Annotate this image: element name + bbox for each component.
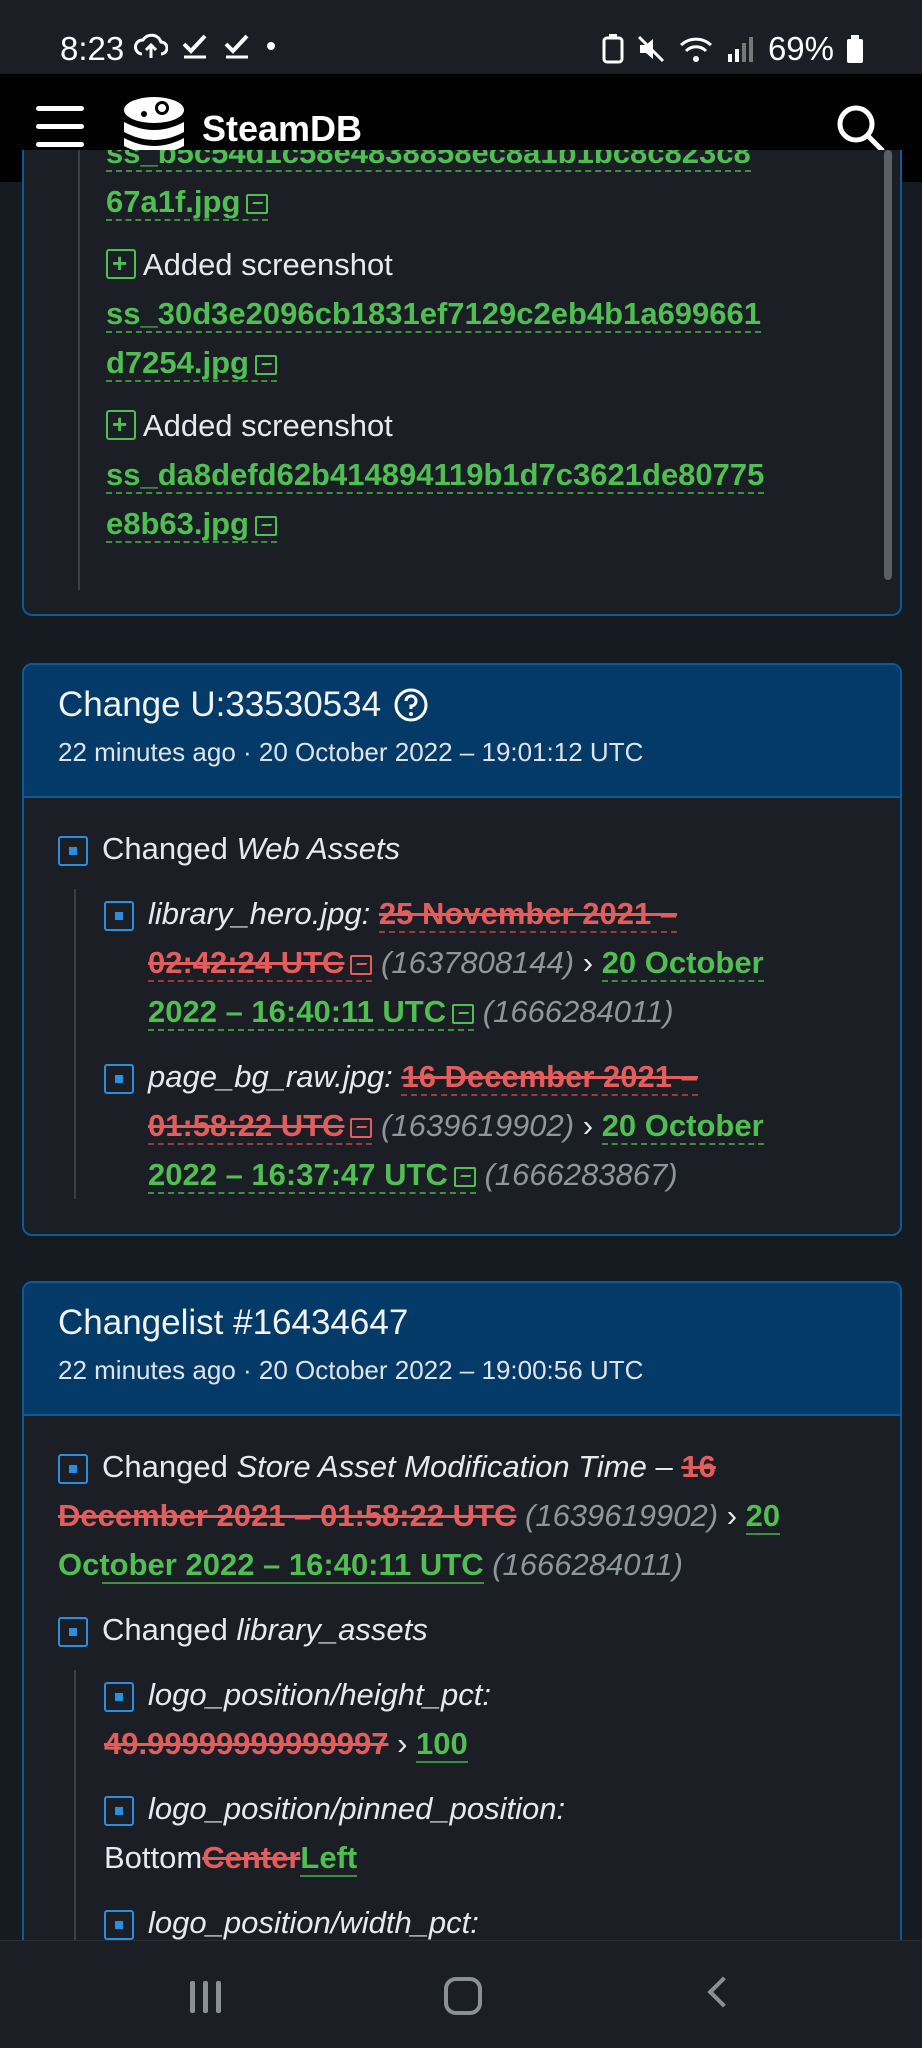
- notification-icons: [134, 32, 278, 60]
- new-value: 100: [416, 1726, 468, 1763]
- changed-icon: [104, 1796, 134, 1826]
- screenshot-link[interactable]: d7254.jpg: [106, 345, 277, 382]
- nested-changes: library_hero.jpg: 25 November 2021 –02:4…: [74, 889, 866, 1199]
- screenshot-link[interactable]: ss_30d3e2096cb1831ef7129c2eb4b1a699661: [106, 296, 762, 333]
- arrow: ›: [726, 1498, 738, 1533]
- new-timestamp: (1666283867): [484, 1157, 678, 1192]
- recents-icon[interactable]: [190, 1981, 221, 2013]
- change-card-web-assets: Change U:33530534 22 minutes ago · 20 Oc…: [22, 663, 902, 1236]
- battery-percent: 69%: [767, 30, 834, 67]
- change-time: 22 minutes ago · 20 October 2022 – 19:01…: [58, 737, 644, 767]
- old-value: Center: [202, 1840, 301, 1875]
- screenshot-link[interactable]: e8b63.jpg: [106, 506, 277, 543]
- battery-saver-icon: [602, 34, 624, 64]
- nested-changes: logo_position/height_pct: 49.99999999999…: [74, 1670, 866, 1941]
- system-icons: 69%: [602, 30, 864, 68]
- changed-icon: [104, 1910, 134, 1940]
- old-timestamp: (1637808144): [381, 945, 575, 980]
- changelist-card: Changelist #16434647 22 minutes ago · 20…: [22, 1281, 902, 1941]
- asset-change: library_hero.jpg: 25 November 2021 –02:4…: [104, 889, 866, 1036]
- change-entry: Changed Web Assets: [58, 824, 866, 873]
- battery-icon: [847, 35, 863, 63]
- check-icon: [224, 34, 249, 59]
- asset-change: logo_position/width_pct:: [104, 1898, 866, 1941]
- cloud-upload-icon: [134, 33, 168, 58]
- new-value: Left: [300, 1840, 358, 1877]
- changelist-time: 22 minutes ago · 20 October 2022 – 19:00…: [58, 1355, 644, 1385]
- unchanged-value: Bottom: [104, 1840, 203, 1875]
- changelist-title[interactable]: Changelist #16434647: [58, 1303, 408, 1343]
- assets-change: Changed library_assets: [58, 1605, 866, 1654]
- new-timestamp: (1666284011): [482, 994, 674, 1029]
- asset-change: logo_position/height_pct: 49.99999999999…: [104, 1670, 866, 1768]
- image-icon: [350, 954, 373, 975]
- screenshot-link-cut[interactable]: ss_b5c54d1c58e4838858ec8a1b1bc8c823c8: [106, 150, 751, 172]
- added-icon: [106, 410, 136, 440]
- asset-key: logo_position/pinned_position:: [148, 1791, 566, 1826]
- section-name: library_assets: [236, 1612, 428, 1647]
- changed-icon: [104, 901, 134, 931]
- image-icon: [452, 1003, 475, 1024]
- changed-icon: [104, 1064, 134, 1094]
- section-name: Web Assets: [236, 831, 401, 866]
- store-change: Changed Store Asset Modification Time – …: [58, 1442, 866, 1589]
- asset-change: logo_position/pinned_position: BottomCen…: [104, 1784, 866, 1882]
- arrow: ›: [582, 945, 594, 980]
- arrow: ›: [582, 1108, 594, 1143]
- field-name: Store Asset Modification Time: [236, 1449, 647, 1484]
- mute-icon: [637, 35, 664, 63]
- back-icon[interactable]: [707, 1976, 739, 2008]
- added-icon: [106, 249, 136, 279]
- change-card-screenshots: ss_b5c54d1c58e4838858ec8a1b1bc8c823c8 67…: [22, 150, 902, 616]
- changed-icon: [58, 836, 88, 866]
- search-icon[interactable]: [834, 102, 886, 154]
- system-nav-bar: [0, 1940, 922, 2048]
- screenshot-link-cut-end[interactable]: 67a1f.jpg: [106, 184, 269, 221]
- menu-icon[interactable]: [36, 106, 84, 150]
- changed-label: Changed: [102, 831, 228, 866]
- asset-key: logo_position/height_pct:: [148, 1677, 491, 1712]
- status-time: 8:23: [60, 30, 125, 67]
- arrow: ›: [397, 1726, 408, 1761]
- dash: –: [655, 1449, 673, 1484]
- help-icon[interactable]: [393, 687, 429, 723]
- image-icon: [246, 193, 269, 214]
- brand-title[interactable]: SteamDB: [202, 108, 362, 150]
- status-bar: 8:23 69%: [0, 0, 922, 74]
- signal-icon: [727, 37, 753, 62]
- changed-icon: [104, 1682, 134, 1712]
- dot-icon: [267, 42, 275, 50]
- card-header: Change U:33530534 22 minutes ago · 20 Oc…: [24, 665, 900, 798]
- added-label: Added screenshot: [142, 408, 393, 443]
- new-timestamp: (1666284011): [492, 1547, 683, 1582]
- check-icon: [182, 34, 207, 59]
- old-value: 49.99999999999997: [104, 1726, 389, 1761]
- image-icon: [350, 1117, 373, 1138]
- asset-key: page_bg_raw.jpg:: [148, 1059, 393, 1094]
- added-label: Added screenshot: [142, 247, 393, 282]
- changed-label: Changed: [102, 1612, 228, 1647]
- old-timestamp: (1639619902): [381, 1108, 575, 1143]
- asset-change: page_bg_raw.jpg: 16 December 2021 –01:58…: [104, 1052, 866, 1199]
- changed-icon: [58, 1617, 88, 1647]
- changed-icon: [58, 1454, 88, 1484]
- image-icon: [453, 1166, 476, 1187]
- old-timestamp: (1639619902): [525, 1498, 719, 1533]
- home-icon[interactable]: [444, 1977, 482, 2015]
- image-icon: [255, 515, 277, 536]
- card-header: Changelist #16434647 22 minutes ago · 20…: [24, 1283, 900, 1416]
- change-title[interactable]: Change U:33530534: [58, 685, 381, 725]
- screenshot-link[interactable]: ss_da8defd62b414894119b1d7c3621de80775: [106, 457, 765, 494]
- changed-label: Changed: [102, 1449, 228, 1484]
- image-icon: [255, 354, 277, 375]
- wifi-icon: [679, 37, 712, 62]
- asset-key: library_hero.jpg:: [148, 896, 371, 931]
- asset-key: logo_position/width_pct:: [148, 1905, 479, 1940]
